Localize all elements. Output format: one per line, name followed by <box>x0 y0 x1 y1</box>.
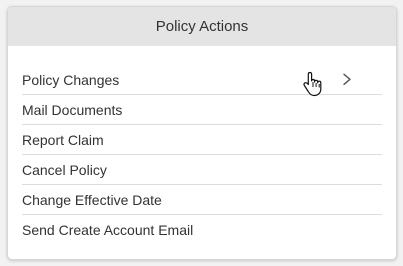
menu-item-label: Report Claim <box>22 131 104 148</box>
actions-menu: Policy Changes Mail Documents Report Cla… <box>22 66 382 244</box>
menu-item-report-claim[interactable]: Report Claim <box>22 125 382 155</box>
menu-item-label: Policy Changes <box>22 72 120 88</box>
menu-item-change-effective-date[interactable]: Change Effective Date <box>22 185 382 215</box>
panel-body: Policy Changes Mail Documents Report Cla… <box>8 46 396 244</box>
menu-item-cancel-policy[interactable]: Cancel Policy <box>22 155 382 185</box>
menu-item-send-create-account-email[interactable]: Send Create Account Email <box>22 215 382 244</box>
menu-item-label: Mail Documents <box>22 101 123 118</box>
chevron-right-icon <box>343 73 351 86</box>
panel-title: Policy Actions <box>155 18 249 35</box>
policy-actions-panel: Policy Actions Policy Changes Mail Docum… <box>7 6 397 260</box>
menu-item-policy-changes[interactable]: Policy Changes <box>22 66 382 95</box>
menu-item-label: Send Create Account Email <box>22 221 194 238</box>
menu-item-label: Change Effective Date <box>22 191 162 208</box>
panel-header: Policy Actions <box>8 7 396 46</box>
menu-item-mail-documents[interactable]: Mail Documents <box>22 95 382 125</box>
menu-item-label: Cancel Policy <box>22 161 107 178</box>
